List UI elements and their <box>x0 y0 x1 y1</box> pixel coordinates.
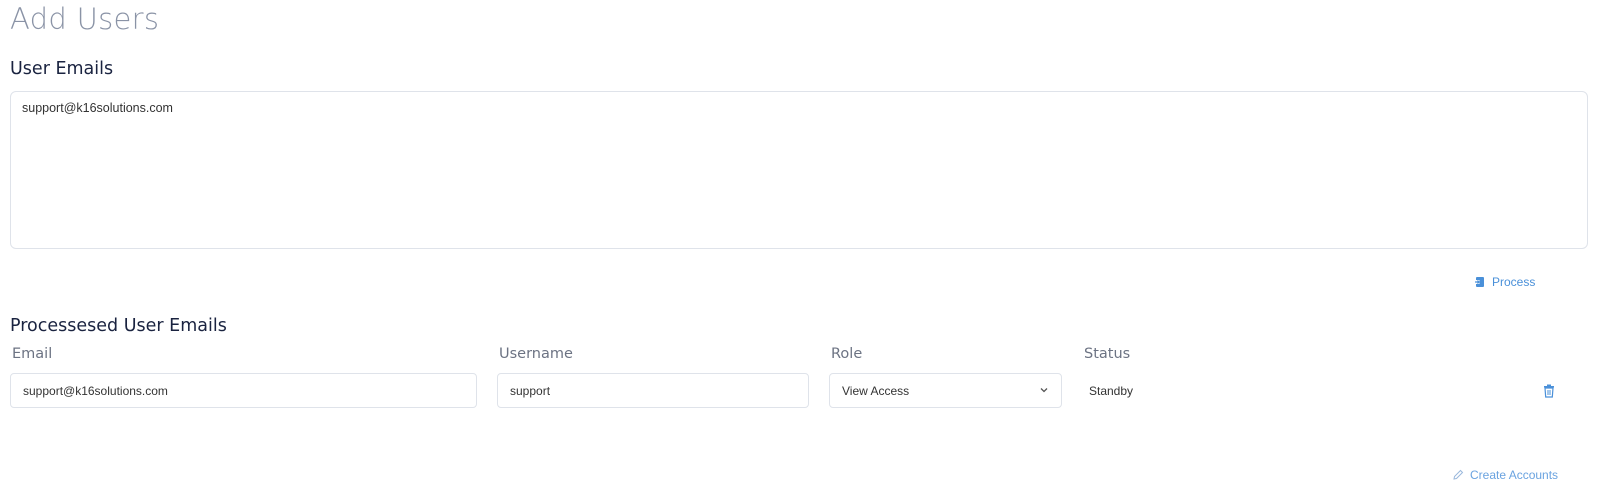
create-accounts-button[interactable]: Create Accounts <box>1452 468 1558 482</box>
role-value: View Access <box>842 383 910 398</box>
user-emails-heading: User Emails <box>10 59 114 79</box>
username-value: support <box>510 383 551 398</box>
create-accounts-label: Create Accounts <box>1470 468 1559 482</box>
role-select[interactable]: View Access <box>829 373 1062 408</box>
status-value: Standby <box>1089 384 1134 398</box>
user-emails-textarea[interactable]: support@k16solutions.com <box>10 91 1588 249</box>
username-field[interactable]: support <box>497 373 809 408</box>
username-column-header: Username <box>499 346 573 362</box>
email-column-header: Email <box>12 346 53 362</box>
process-icon <box>1474 276 1486 288</box>
pencil-icon <box>1452 469 1464 481</box>
processed-emails-heading: Processesed User Emails <box>10 316 227 336</box>
status-column-header: Status <box>1084 346 1131 362</box>
trash-icon[interactable] <box>1543 384 1555 403</box>
role-column-header: Role <box>831 346 863 362</box>
chevron-down-icon <box>1039 384 1049 398</box>
email-value: support@k16solutions.com <box>23 383 168 398</box>
page-title: Add Users <box>10 2 160 36</box>
add-users-page: Add Users User Emails support@k16solutio… <box>0 0 1600 503</box>
process-button[interactable]: Process <box>1474 275 1535 289</box>
process-label: Process <box>1492 275 1536 289</box>
email-field[interactable]: support@k16solutions.com <box>10 373 477 408</box>
